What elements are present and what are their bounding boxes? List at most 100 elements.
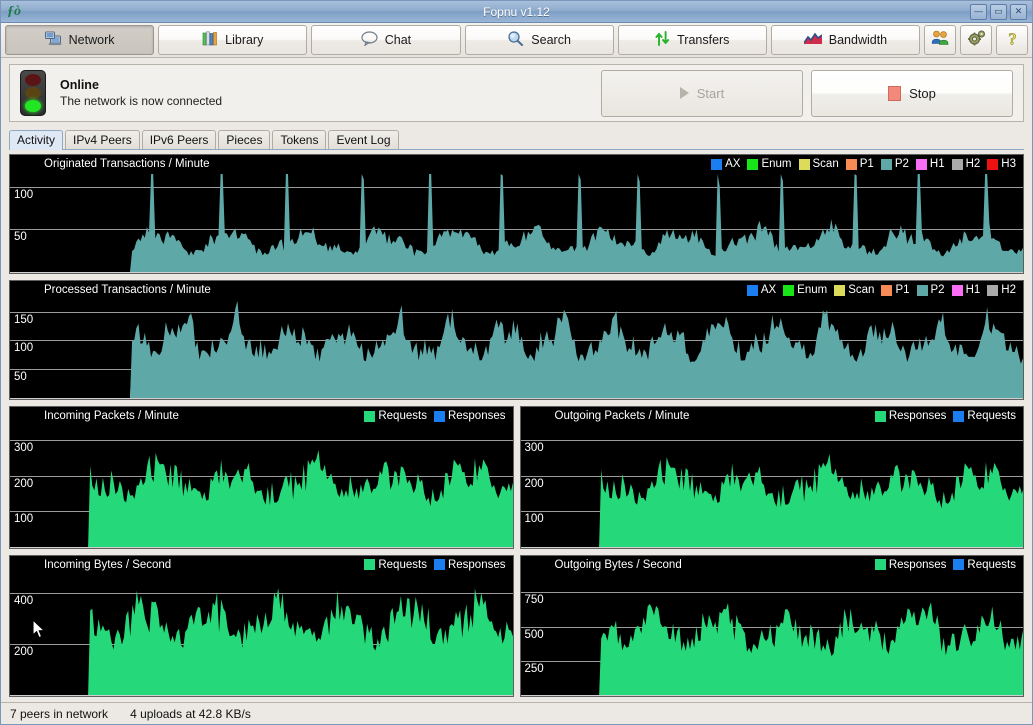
legend-swatch — [917, 285, 928, 296]
maximize-icon[interactable]: ▭ — [990, 4, 1007, 20]
legend-swatch — [747, 159, 758, 170]
y-axis-tick-label: 200 — [14, 478, 33, 490]
series-area-requests — [50, 450, 513, 547]
legend-item: H1 — [916, 158, 945, 170]
legend-swatch — [711, 159, 722, 170]
legend-label: Requests — [378, 410, 427, 422]
legend-swatch — [987, 285, 998, 296]
tab-library[interactable]: Library — [158, 25, 307, 55]
y-axis-tick-label: 150 — [14, 314, 33, 326]
legend-label: H3 — [1001, 158, 1016, 170]
tab-pieces[interactable]: Pieces — [218, 130, 270, 149]
tab-chat[interactable]: Chat — [311, 25, 460, 55]
traffic-light-red — [25, 74, 41, 86]
legend-item: Scan — [799, 158, 839, 170]
legend-label: P1 — [895, 284, 909, 296]
chart-title: Processed Transactions / Minute — [44, 284, 211, 296]
legend-swatch — [953, 559, 964, 570]
stop-button-label: Stop — [909, 86, 936, 101]
start-button[interactable]: Start — [601, 70, 803, 117]
legend-item: H2 — [987, 284, 1016, 296]
main-toolbar: Network Library Chat — [1, 23, 1032, 58]
legend-item: AX — [711, 158, 740, 170]
y-axis-tick-label: 400 — [14, 595, 33, 607]
chart-legend: Requests Responses — [364, 410, 512, 422]
chart-header: Outgoing Bytes / SecondResponsesRequests — [521, 556, 1024, 574]
chart-plot-area — [561, 575, 1024, 696]
chart-incoming-bytes[interactable]: 200400Incoming Bytes / Second Requests Res… — [9, 555, 514, 698]
chart-incoming-packets[interactable]: 100200300Incoming Packets / MinuteReques… — [9, 406, 514, 549]
legend-item: Scan — [834, 284, 874, 296]
legend-item: Requests — [953, 410, 1016, 422]
legend-label: Scan — [813, 158, 839, 170]
legend-item: H3 — [987, 158, 1016, 170]
help-button[interactable]: ? — [996, 25, 1028, 55]
chart-processed-transactions[interactable]: 50100150Processed Transactions / MinuteA… — [9, 280, 1024, 400]
question-mark-icon: ? — [1005, 30, 1020, 50]
y-axis: 50100 — [10, 155, 50, 273]
legend-label: H1 — [966, 284, 981, 296]
tab-event-log[interactable]: Event Log — [328, 130, 398, 149]
legend-label: Enum — [761, 158, 791, 170]
tab-tokens[interactable]: Tokens — [272, 130, 326, 149]
legend-label: P1 — [860, 158, 874, 170]
legend-label: Responses — [448, 410, 506, 422]
y-axis: 200400 — [10, 556, 50, 697]
legend-label: AX — [761, 284, 776, 296]
chart-header: Originated Transactions / MinuteAXEnumSc… — [10, 155, 1023, 173]
traffic-light-green — [25, 100, 41, 112]
chart-legend: AXEnumScanP1P2H1H2 — [747, 284, 1023, 296]
activity-tab-strip: Activity IPv4 Peers IPv6 Peers Pieces To… — [9, 129, 1024, 150]
legend-swatch — [952, 285, 963, 296]
series-area-requests — [50, 588, 513, 696]
chart-outgoing-packets[interactable]: 100200300Outgoing Packets / MinuteRespon… — [520, 406, 1025, 549]
tab-transfers[interactable]: Transfers — [618, 25, 767, 55]
tab-ipv4-peers[interactable]: IPv4 Peers — [65, 130, 140, 149]
chart-header: Processed Transactions / Minute AX Enum Sca… — [10, 281, 1023, 299]
tab-transfers-label: Transfers — [677, 33, 729, 47]
legend-swatch — [364, 559, 375, 570]
legend-item: Responses — [875, 559, 947, 571]
area-chart-icon — [804, 32, 822, 49]
legend-swatch — [434, 559, 445, 570]
settings-button[interactable] — [960, 25, 992, 55]
legend-label: Requests — [378, 559, 427, 571]
minimize-icon[interactable]: — — [970, 4, 987, 20]
legend-label: H1 — [930, 158, 945, 170]
tab-bandwidth[interactable]: Bandwidth — [771, 25, 920, 55]
chart-plot-area — [50, 575, 513, 696]
tab-network[interactable]: Network — [5, 25, 154, 55]
legend-swatch — [987, 159, 998, 170]
legend-label: Scan — [848, 284, 874, 296]
people-icon — [931, 30, 950, 50]
tab-library-label: Library — [225, 33, 263, 47]
chart-legend: Responses Requests — [875, 410, 1023, 422]
legend-label: Responses — [448, 559, 506, 571]
chart-row-packets: 100200300Incoming Packets / MinuteReques… — [9, 406, 1024, 549]
chart-plot-area — [50, 426, 513, 547]
status-text-block: Online The network is now connected — [60, 78, 222, 108]
tab-activity[interactable]: Activity — [9, 130, 63, 150]
tab-ipv6-peers[interactable]: IPv6 Peers — [142, 130, 217, 149]
chart-title: Incoming Bytes / Second — [44, 559, 171, 571]
y-axis: 250500750 — [521, 556, 561, 697]
x-axis-line — [521, 695, 1024, 696]
chart-outgoing-bytes[interactable]: 250500750Outgoing Bytes / SecondResponse… — [520, 555, 1025, 698]
legend-item: Responses — [875, 410, 947, 422]
gears-icon — [967, 30, 986, 50]
stop-button[interactable]: Stop — [811, 70, 1013, 117]
friends-button[interactable] — [924, 25, 956, 55]
legend-label: Enum — [797, 284, 827, 296]
legend-swatch — [952, 159, 963, 170]
chart-originated-transactions[interactable]: 50100Originated Transactions / MinuteAXE… — [9, 154, 1024, 274]
chart-legend: Requests Responses — [364, 559, 512, 571]
chart-row-bytes: 200400Incoming Bytes / Second Requests Res… — [9, 555, 1024, 698]
legend-swatch — [875, 559, 886, 570]
tab-search[interactable]: Search — [465, 25, 614, 55]
close-icon[interactable]: ✕ — [1010, 4, 1027, 20]
chart-legend: AXEnumScanP1P2H1H2H3 — [711, 158, 1023, 170]
network-computer-icon — [45, 31, 62, 49]
legend-swatch — [364, 411, 375, 422]
legend-label: Responses — [889, 410, 947, 422]
chart-plot-area — [50, 300, 1023, 398]
